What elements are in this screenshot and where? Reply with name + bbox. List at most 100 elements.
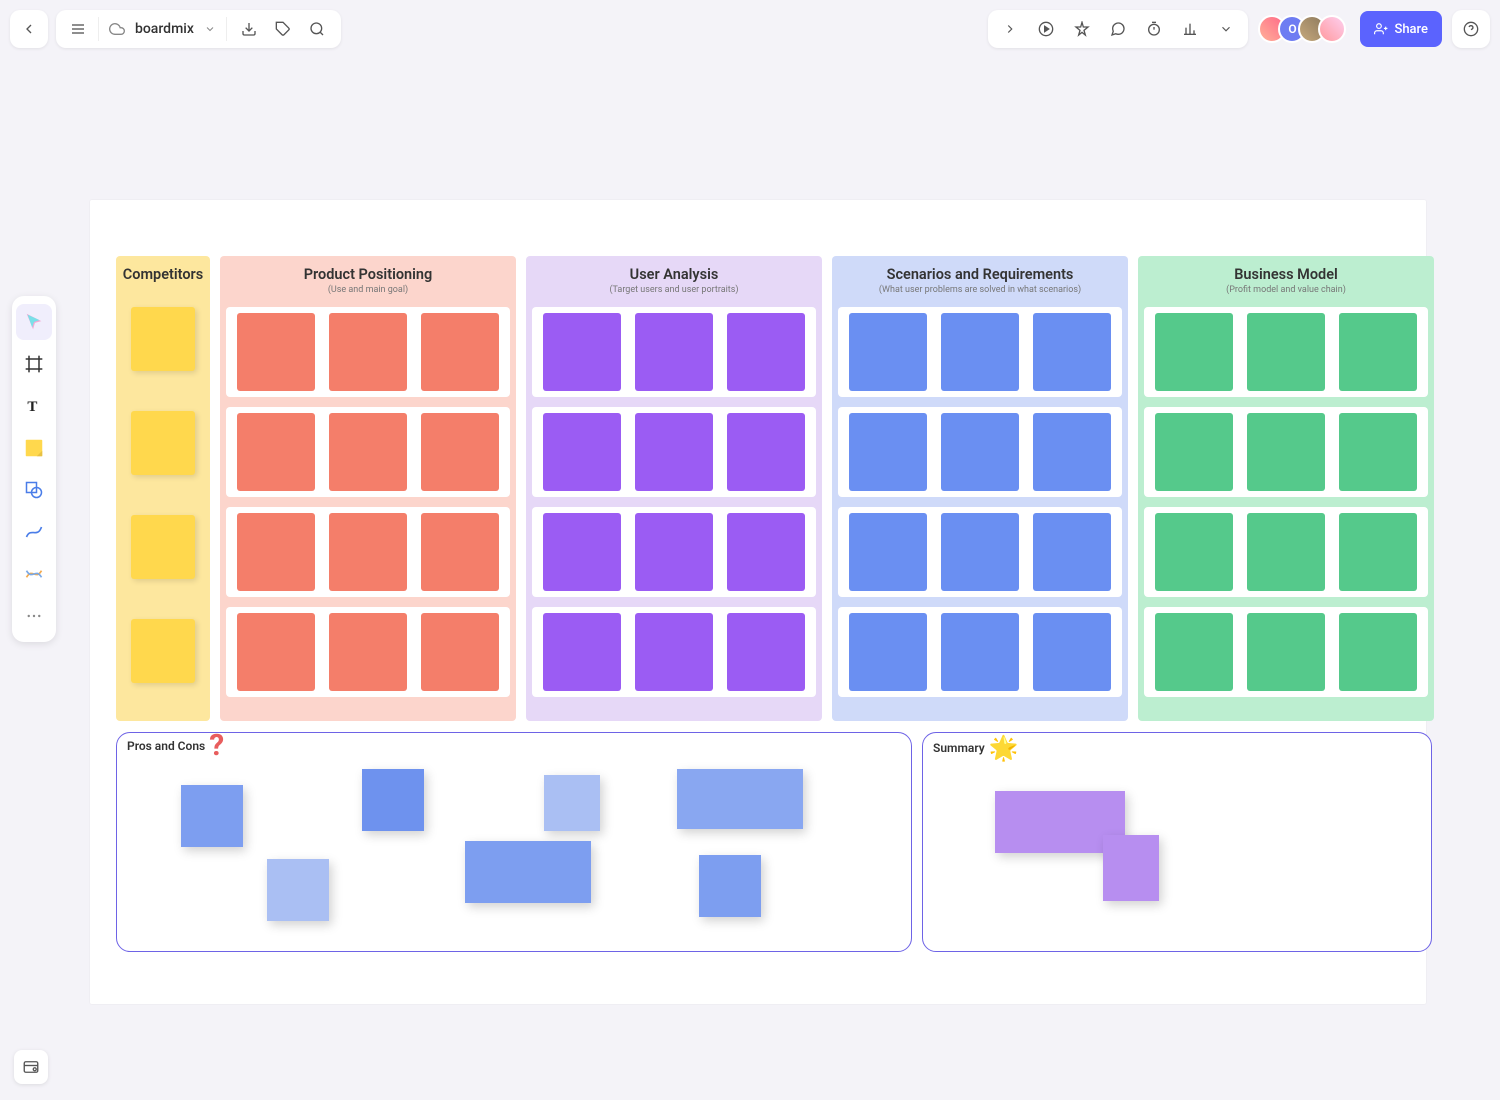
tool-cursor[interactable] bbox=[16, 304, 52, 340]
note[interactable] bbox=[1339, 513, 1417, 591]
column-positioning[interactable]: Product Positioning(Use and main goal) bbox=[220, 256, 516, 721]
note[interactable] bbox=[1247, 513, 1325, 591]
download-icon[interactable] bbox=[237, 21, 261, 37]
chat-icon[interactable] bbox=[1100, 21, 1136, 37]
avatar[interactable] bbox=[1318, 15, 1346, 43]
note[interactable] bbox=[421, 413, 499, 491]
note[interactable] bbox=[131, 619, 195, 683]
pros-cons-box[interactable]: Pros and Cons ? bbox=[116, 732, 912, 952]
collaborator-avatars[interactable]: O bbox=[1258, 15, 1346, 43]
note[interactable] bbox=[849, 513, 927, 591]
note[interactable] bbox=[421, 613, 499, 691]
tool-text[interactable]: T bbox=[16, 388, 52, 424]
layers-button[interactable] bbox=[14, 1050, 48, 1084]
tool-line[interactable] bbox=[16, 514, 52, 550]
note[interactable] bbox=[543, 313, 621, 391]
note[interactable] bbox=[941, 613, 1019, 691]
share-button[interactable]: Share bbox=[1360, 11, 1442, 47]
note[interactable] bbox=[421, 513, 499, 591]
note[interactable] bbox=[329, 313, 407, 391]
chevron-right-icon[interactable] bbox=[992, 22, 1028, 36]
column-competitors[interactable]: Competitors bbox=[116, 256, 210, 721]
sparkle-icon[interactable] bbox=[1064, 21, 1100, 37]
note[interactable] bbox=[849, 313, 927, 391]
note[interactable] bbox=[941, 513, 1019, 591]
sticky-note[interactable] bbox=[677, 769, 803, 829]
sticky-note[interactable] bbox=[181, 785, 243, 847]
row bbox=[1144, 507, 1428, 597]
note[interactable] bbox=[1033, 513, 1111, 591]
document-title[interactable]: boardmix bbox=[135, 21, 194, 37]
menu-icon[interactable] bbox=[68, 21, 88, 37]
note[interactable] bbox=[635, 413, 713, 491]
sticky-note[interactable] bbox=[699, 855, 761, 917]
back-button[interactable] bbox=[10, 10, 48, 48]
column-business[interactable]: Business Model(Profit model and value ch… bbox=[1138, 256, 1434, 721]
note[interactable] bbox=[329, 613, 407, 691]
timer-icon[interactable] bbox=[1136, 21, 1172, 37]
column-user[interactable]: User Analysis(Target users and user port… bbox=[526, 256, 822, 721]
svg-text:T: T bbox=[27, 399, 37, 415]
play-icon[interactable] bbox=[1028, 21, 1064, 37]
note[interactable] bbox=[237, 613, 315, 691]
note[interactable] bbox=[237, 513, 315, 591]
note[interactable] bbox=[237, 413, 315, 491]
note[interactable] bbox=[329, 413, 407, 491]
note[interactable] bbox=[1339, 613, 1417, 691]
chevron-down-icon[interactable] bbox=[204, 23, 216, 35]
note[interactable] bbox=[635, 513, 713, 591]
note[interactable] bbox=[131, 515, 195, 579]
note[interactable] bbox=[1247, 413, 1325, 491]
column-scenarios[interactable]: Scenarios and Requirements(What user pro… bbox=[832, 256, 1128, 721]
note[interactable] bbox=[1155, 513, 1233, 591]
tool-frame[interactable] bbox=[16, 346, 52, 382]
note[interactable] bbox=[635, 613, 713, 691]
note[interactable] bbox=[941, 413, 1019, 491]
sticky-note[interactable] bbox=[267, 859, 329, 921]
summary-label: Summary 🌟 bbox=[933, 739, 1019, 757]
note[interactable] bbox=[1155, 313, 1233, 391]
tool-more[interactable] bbox=[16, 598, 52, 634]
note[interactable] bbox=[727, 613, 805, 691]
tag-icon[interactable] bbox=[271, 21, 295, 37]
tool-shape[interactable] bbox=[16, 472, 52, 508]
note[interactable] bbox=[131, 307, 195, 371]
sticky-note[interactable] bbox=[1103, 835, 1159, 901]
column-title: Scenarios and Requirements bbox=[838, 266, 1122, 283]
note[interactable] bbox=[849, 413, 927, 491]
note[interactable] bbox=[635, 313, 713, 391]
note[interactable] bbox=[941, 313, 1019, 391]
note[interactable] bbox=[1033, 613, 1111, 691]
note[interactable] bbox=[1155, 613, 1233, 691]
sticky-note[interactable] bbox=[544, 775, 600, 831]
note[interactable] bbox=[1247, 313, 1325, 391]
canvas[interactable]: Competitors Product Positioning(Use and … bbox=[90, 200, 1426, 1004]
search-icon[interactable] bbox=[305, 21, 329, 37]
note[interactable] bbox=[1033, 413, 1111, 491]
note[interactable] bbox=[849, 613, 927, 691]
more-chevron-icon[interactable] bbox=[1208, 22, 1244, 36]
note[interactable] bbox=[727, 313, 805, 391]
note[interactable] bbox=[727, 513, 805, 591]
tool-connector[interactable] bbox=[16, 556, 52, 592]
sticky-note[interactable] bbox=[362, 769, 424, 831]
help-button[interactable] bbox=[1452, 10, 1490, 48]
question-icon: ? bbox=[209, 740, 224, 752]
summary-box[interactable]: Summary 🌟 bbox=[922, 732, 1432, 952]
note[interactable] bbox=[329, 513, 407, 591]
note[interactable] bbox=[543, 613, 621, 691]
note[interactable] bbox=[1339, 313, 1417, 391]
note[interactable] bbox=[1339, 413, 1417, 491]
sticky-note[interactable] bbox=[465, 841, 591, 903]
note[interactable] bbox=[543, 413, 621, 491]
note[interactable] bbox=[421, 313, 499, 391]
note[interactable] bbox=[543, 513, 621, 591]
note[interactable] bbox=[1155, 413, 1233, 491]
note[interactable] bbox=[131, 411, 195, 475]
note[interactable] bbox=[1247, 613, 1325, 691]
note[interactable] bbox=[727, 413, 805, 491]
chart-icon[interactable] bbox=[1172, 21, 1208, 37]
tool-sticky[interactable] bbox=[16, 430, 52, 466]
note[interactable] bbox=[1033, 313, 1111, 391]
note[interactable] bbox=[237, 313, 315, 391]
